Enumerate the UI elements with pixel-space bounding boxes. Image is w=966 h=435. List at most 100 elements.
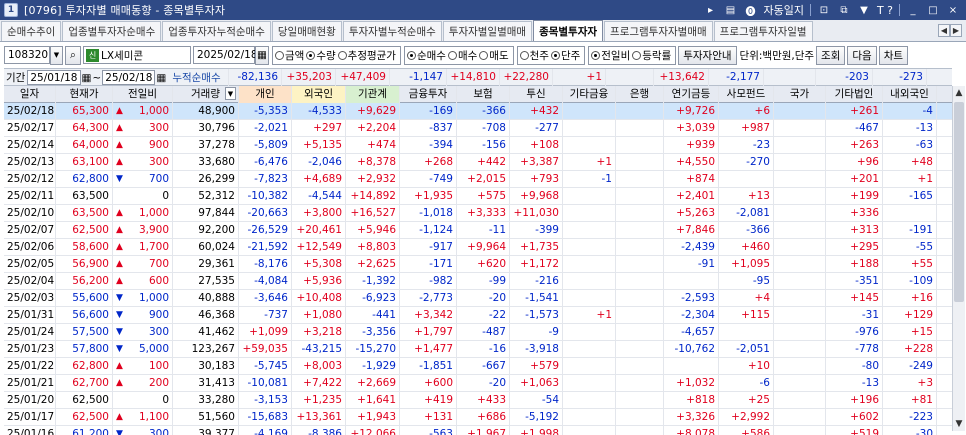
investor-value-cell: +8,803 xyxy=(346,239,400,256)
app-icon: 1 xyxy=(4,3,18,17)
title-extra[interactable]: T ? xyxy=(877,4,893,17)
table-row[interactable]: 25/01/22 62,800 ▲ 100 30,183 -5,745 +8,003 -1,9… xyxy=(4,358,952,375)
radio-radio-group3-1[interactable]: 단주 xyxy=(550,48,580,63)
search-button[interactable]: ⌕ xyxy=(65,45,81,65)
tab-1[interactable]: 업종별투자자순매수 xyxy=(62,21,162,41)
table-row[interactable]: 25/01/24 57,500 ▼ 300 41,462 +1,099 +3,218 -3,3… xyxy=(4,324,952,341)
table-row[interactable]: 25/02/05 56,900 ▲ 700 29,361 -8,176 +5,308 +2,6… xyxy=(4,256,952,273)
investor-value-cell: -982 xyxy=(400,273,457,290)
list-icon[interactable]: ▤ xyxy=(723,3,737,17)
table-row[interactable]: 25/02/07 62,500 ▲ 3,900 92,200 -26,529 +20,461… xyxy=(4,222,952,239)
query-button[interactable]: 조회 xyxy=(816,45,846,65)
volume-cell: 37,278 xyxy=(173,137,239,154)
tab-4[interactable]: 투자자별누적순매수 xyxy=(342,21,442,41)
auto-save-label[interactable]: 자동일지 xyxy=(763,2,803,18)
date-input[interactable]: 2025/02/18 xyxy=(193,46,258,64)
radio-radio-group4-1[interactable]: 등락률 xyxy=(632,48,671,63)
calendar-button[interactable]: ▦ xyxy=(255,45,269,65)
table-row[interactable]: 25/01/20 62,500 0 33,280 -3,153 +1,235 +1,641 +… xyxy=(4,392,952,409)
chart-button[interactable]: 차트 xyxy=(878,45,909,65)
investor-value-cell: +5,946 xyxy=(346,222,400,239)
investor-value-cell xyxy=(563,239,616,256)
copy-icon[interactable]: ⧉ xyxy=(837,3,851,17)
radio-radio-group1-1[interactable]: 수량 xyxy=(306,48,336,63)
investor-value-cell: -99 xyxy=(457,273,510,290)
table-row[interactable]: 25/01/31 56,600 ▼ 900 46,368 -737 +1,080 -441 +3… xyxy=(4,307,952,324)
tab-5[interactable]: 투자자별일별매매 xyxy=(442,21,533,41)
stock-name-field[interactable]: 신 LX세미콘 xyxy=(83,46,191,64)
radio-radio-group2-2[interactable]: 매도 xyxy=(479,48,509,63)
tab-3[interactable]: 당일매매현황 xyxy=(271,21,342,41)
radio-radio-group2-1[interactable]: 매수 xyxy=(447,48,477,63)
next-button[interactable]: 다음 xyxy=(847,45,877,65)
investor-value-cell: +196 xyxy=(826,392,883,409)
table-row[interactable]: 25/01/16 61,200 ▼ 300 39,377 -4,169 -8,386 +12,… xyxy=(4,426,952,435)
investor-value-cell: -1,392 xyxy=(346,273,400,290)
table-row[interactable]: 25/01/21 62,700 ▲ 200 31,413 -10,081 +7,422 +2,… xyxy=(4,375,952,392)
investor-value-cell xyxy=(774,324,826,341)
controls-row: 108320 ▼ ⌕ 신 LX세미콘 2025/02/18 ▦ 금액 수량 추정평균… xyxy=(0,43,966,67)
tab-8[interactable]: 프로그램투자자일별 xyxy=(713,21,813,41)
investor-value-cell: -6 xyxy=(719,375,774,392)
investor-value-cell: -223 xyxy=(883,409,937,426)
tab-7[interactable]: 프로그램투자자별매매 xyxy=(604,21,713,41)
investor-value-cell: -667 xyxy=(457,358,510,375)
tab-0[interactable]: 순매수추이 xyxy=(1,21,62,41)
volume-cell: 33,280 xyxy=(173,392,239,409)
vertical-scrollbar[interactable]: ▲ ▼ xyxy=(952,86,965,431)
investor-value-cell: +15 xyxy=(883,324,937,341)
help-circle-icon[interactable]: ⓿ xyxy=(743,3,757,18)
sort-dropdown-icon[interactable]: ▼ xyxy=(225,87,236,100)
maximize-icon[interactable]: □ xyxy=(926,3,940,17)
table-row[interactable]: 25/02/03 55,600 ▼ 1,000 40,888 -3,646 +10,408-… xyxy=(4,290,952,307)
separator xyxy=(809,4,811,16)
investor-value-cell: +5,936 xyxy=(292,273,346,290)
table-row[interactable]: 25/02/04 56,200 ▲ 600 27,535 -4,084 +5,936 -1,3… xyxy=(4,273,952,290)
table-row[interactable]: 25/01/17 62,500 ▲ 1,100 51,560 -15,683 +13,361… xyxy=(4,409,952,426)
calendar-icon[interactable]: ▦ xyxy=(82,70,92,86)
radio-radio-group1-0[interactable]: 금액 xyxy=(275,48,304,63)
table-row[interactable]: 25/02/10 63,500 ▲ 1,000 97,844 -20,663 +3,800 +… xyxy=(4,205,952,222)
scroll-up-icon[interactable]: ▲ xyxy=(953,86,965,100)
scroll-thumb[interactable] xyxy=(954,102,964,302)
period-from-input[interactable]: 25/01/18 xyxy=(27,70,81,85)
table-row[interactable]: 25/02/13 63,100 ▲ 300 33,680 -6,476 -2,046 +8,3… xyxy=(4,154,952,171)
window-title: [0796] 투자자별 매매동향 - 종목별투자자 xyxy=(24,4,226,17)
investor-value-cell: +1 xyxy=(563,307,616,324)
investor-value-cell: +25 xyxy=(719,392,774,409)
close-icon[interactable]: × xyxy=(946,3,960,17)
table-row[interactable]: 25/02/06 58,600 ▲ 1,700 60,024 -21,592 +12,549… xyxy=(4,239,952,256)
chevron-right-icon[interactable]: ▶ xyxy=(950,24,962,37)
tab-6[interactable]: 종목별투자자 xyxy=(533,20,604,41)
volume-cell: 31,413 xyxy=(173,375,239,392)
scroll-down-icon[interactable]: ▼ xyxy=(953,417,965,431)
tab-2[interactable]: 업종투자자누적순매수 xyxy=(162,21,271,41)
radio-radio-group4-0[interactable]: 전일비 xyxy=(591,48,630,63)
header-3[interactable]: 거래량 ▼ xyxy=(173,86,239,103)
investor-value-cell xyxy=(616,171,664,188)
radio-radio-group3-0[interactable]: 천주 xyxy=(519,48,549,63)
minimize-icon[interactable]: _ xyxy=(906,3,920,17)
radio-label: 순매수 xyxy=(416,49,446,62)
table-row[interactable]: 25/02/12 62,800 ▼ 700 26,299 -7,823 +4,689 +2,9… xyxy=(4,171,952,188)
period-to-input[interactable]: 25/02/18 xyxy=(102,70,156,85)
chevron-left-icon[interactable]: ◀ xyxy=(938,24,950,37)
radio-dot xyxy=(337,50,347,60)
investor-value-cell xyxy=(563,137,616,154)
stock-code-input[interactable]: 108320 xyxy=(4,46,50,64)
table-row[interactable]: 25/02/17 64,300 ▲ 300 30,796 -2,021 +297 +2,204… xyxy=(4,120,952,137)
radio-radio-group2-0[interactable]: 순매수 xyxy=(406,48,446,63)
calendar-icon[interactable]: ▦ xyxy=(156,70,166,86)
investor-guide-button[interactable]: 투자자안내 xyxy=(678,45,737,65)
change-value: 200 xyxy=(148,377,169,389)
table-row[interactable]: 25/02/18 65,300 ▲ 1,000 48,900 -5,353 -4,533 +9… xyxy=(4,103,952,120)
play-icon[interactable]: ▸ xyxy=(703,3,717,17)
radio-radio-group1-2[interactable]: 추정평균가 xyxy=(337,48,396,63)
table-row[interactable]: 25/02/14 64,000 ▲ 900 37,278 -5,809 +5,135 +474… xyxy=(4,137,952,154)
table-row[interactable]: 25/02/11 63,500 0 52,312 -10,382 -4,544 +14,89… xyxy=(4,188,952,205)
window-icon[interactable]: ⊡ xyxy=(817,3,831,17)
stock-code-dropdown[interactable]: ▼ xyxy=(50,45,63,65)
header-2: 전일비 xyxy=(113,86,173,103)
table-row[interactable]: 25/01/23 57,800 ▼ 5,000 123,267 +59,035 -43,21… xyxy=(4,341,952,358)
pin-icon[interactable]: ▼ xyxy=(857,3,871,17)
